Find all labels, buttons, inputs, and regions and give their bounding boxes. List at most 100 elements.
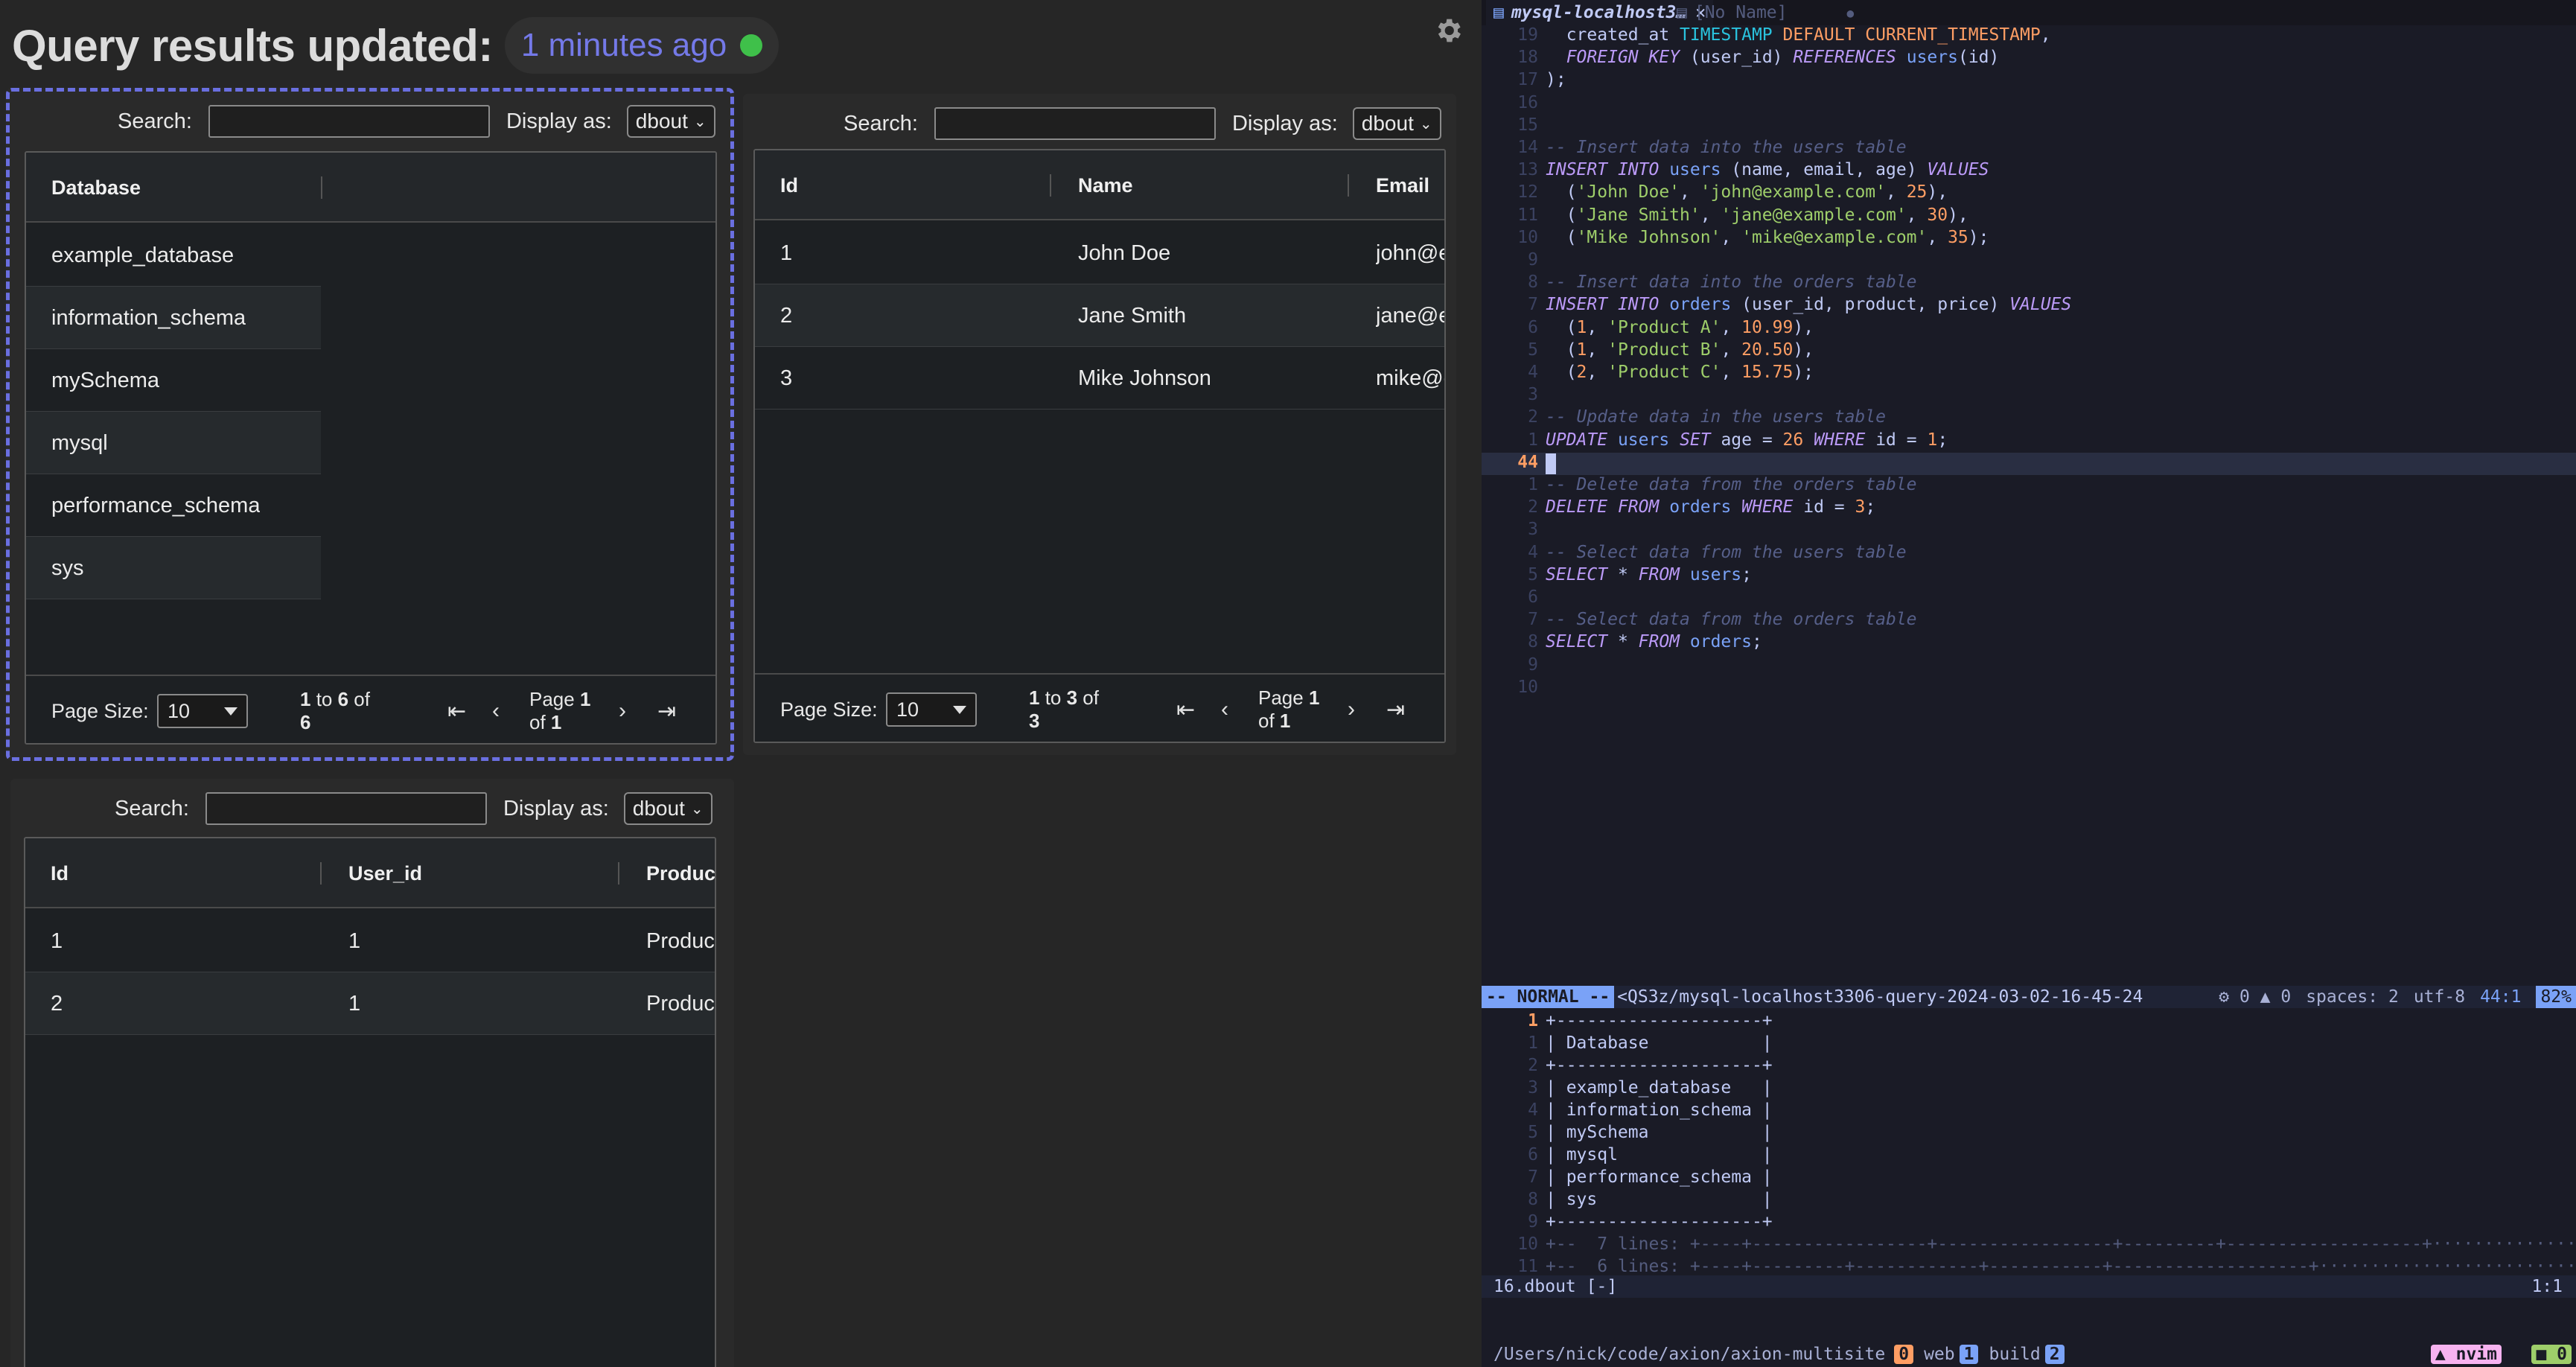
- table-cell: mike@e: [1376, 366, 1444, 390]
- tab-inactive-buffer[interactable]: ▤ [No Name] ●: [1677, 0, 1854, 25]
- tmux-window-web[interactable]: web: [1924, 1345, 1955, 1364]
- line-number: 8: [1528, 273, 1538, 293]
- status-right: ⚙ 0 ▲ 0 spaces: 2 utf-8 44:1 82%: [2219, 986, 2576, 1008]
- column-resize-handle[interactable]: [1050, 174, 1051, 197]
- folded-lines: +-- 6 lines: +----+---------+-----------…: [1546, 1257, 2576, 1276]
- table-cell: 2: [51, 991, 63, 1016]
- table-row[interactable]: 2 Jane Smith jane@e: [755, 284, 1446, 347]
- modified-dot-icon[interactable]: ●: [1846, 6, 1854, 20]
- display-as-select[interactable]: dbout ⌄: [626, 105, 715, 138]
- line-number: 13: [1517, 160, 1538, 180]
- table-row[interactable]: mySchema: [26, 349, 321, 412]
- line-number: 4: [1528, 542, 1538, 562]
- code-buffer[interactable]: 19 created_at TIMESTAMP DEFAULT CURRENT_…: [1482, 25, 2576, 986]
- line-number: 17: [1517, 70, 1538, 90]
- tmux-window-0[interactable]: 0: [1894, 1345, 1914, 1364]
- range-to: 3: [1066, 686, 1078, 709]
- last-page-icon[interactable]: ⇥: [657, 676, 676, 743]
- page-size-control: 10: [886, 675, 977, 742]
- gear-icon[interactable]: [1432, 15, 1464, 46]
- table-row[interactable]: 3 Mike Johnson mike@e: [755, 347, 1444, 410]
- statusline: -- NORMAL -- <QS3z/mysql-localhost3306-q…: [1482, 986, 2576, 1008]
- line-number: 7: [1528, 1167, 1538, 1187]
- previous-page-icon[interactable]: ‹: [1221, 675, 1228, 742]
- column-header-id[interactable]: Id: [780, 150, 798, 220]
- page-count: 1: [550, 711, 562, 733]
- column-header-email[interactable]: Email: [1376, 150, 1429, 220]
- search-input[interactable]: [208, 105, 490, 138]
- column-resize-handle[interactable]: [1348, 174, 1349, 197]
- column-header-user-id[interactable]: User_id: [348, 838, 422, 908]
- current-line-highlight: [1482, 452, 2576, 475]
- code-line: (2, 'Product C', 15.75);: [1546, 363, 1814, 382]
- databases-grid: Database example_database information_sch…: [25, 151, 717, 745]
- table-row[interactable]: sys: [26, 537, 321, 599]
- caret-down-icon: [224, 707, 237, 716]
- cursor-position: 44:1: [2480, 987, 2522, 1007]
- range-to: 6: [337, 688, 349, 710]
- range-total: 6: [300, 711, 311, 733]
- table-cell: 1: [780, 240, 793, 265]
- code-line: -- Insert data into the orders table: [1546, 273, 1917, 293]
- table-row[interactable]: 1 1 Produc: [25, 910, 715, 972]
- column-header-name[interactable]: Name: [1078, 150, 1133, 220]
- output-line: +--------------------+: [1546, 1011, 1773, 1030]
- dbout-split[interactable]: 1 +--------------------+ 1 | Database | 2 +--…: [1482, 1008, 2576, 1280]
- line-number: 6: [1528, 587, 1538, 607]
- column-resize-handle[interactable]: [618, 862, 619, 885]
- table-cell: jane@e: [1376, 303, 1446, 328]
- code-line: -- Select data from the users table: [1546, 542, 1907, 562]
- column-resize-handle[interactable]: [320, 862, 322, 885]
- column-resize-handle[interactable]: [321, 176, 322, 199]
- line-number: 11: [1517, 1257, 1538, 1276]
- column-header-database[interactable]: Database: [51, 153, 141, 223]
- last-updated-time: 1 minutes ago: [520, 27, 727, 63]
- tmux-window-2[interactable]: 2: [2044, 1345, 2065, 1364]
- table-row[interactable]: example_database: [26, 224, 321, 287]
- search-input[interactable]: [934, 107, 1216, 140]
- line-number: 7: [1528, 295, 1538, 315]
- display-as-select[interactable]: dbout ⌄: [1352, 107, 1441, 140]
- orders-result-panel[interactable]: Search: Display as: dbout ⌄ Id User_id Pr…: [10, 779, 734, 1367]
- output-line: | mySchema |: [1546, 1123, 1773, 1142]
- last-page-icon[interactable]: ⇥: [1386, 675, 1405, 742]
- table-row[interactable]: 1 John Doe john@e: [755, 222, 1444, 284]
- table-row[interactable]: information_schema: [26, 287, 321, 349]
- code-line: created_at TIMESTAMP DEFAULT CURRENT_TIM…: [1546, 25, 2051, 45]
- column-header-id[interactable]: Id: [51, 838, 68, 908]
- line-number: 16: [1517, 92, 1538, 112]
- next-page-icon[interactable]: ›: [619, 676, 626, 743]
- page-size-select[interactable]: 10: [157, 694, 248, 728]
- line-number: 1: [1528, 475, 1538, 494]
- page-size-value: 10: [896, 698, 919, 721]
- next-page-icon[interactable]: ›: [1348, 675, 1355, 742]
- search-input[interactable]: [205, 792, 487, 825]
- column-header-product[interactable]: Produc: [646, 838, 715, 908]
- table-row[interactable]: 2 1 Produc: [25, 972, 715, 1035]
- output-line: | mysql |: [1546, 1145, 1773, 1164]
- users-result-panel[interactable]: Search: Display as: dbout ⌄ Id Name Email…: [743, 94, 1456, 755]
- previous-page-icon[interactable]: ‹: [492, 676, 500, 743]
- scroll-percent: 82%: [2536, 986, 2576, 1008]
- table-cell: mySchema: [51, 368, 160, 392]
- table-cell: performance_schema: [51, 493, 261, 517]
- first-page-icon[interactable]: ⇤: [447, 676, 466, 743]
- line-number: 19: [1517, 25, 1538, 45]
- line-number: 2: [1528, 1056, 1538, 1075]
- first-page-icon[interactable]: ⇤: [1176, 675, 1195, 742]
- table-row[interactable]: mysql: [26, 412, 321, 474]
- table-cell: Produc: [646, 928, 715, 953]
- search-label: Search:: [118, 109, 192, 133]
- status-dot-icon: [740, 34, 763, 57]
- page-size-label: Page Size:: [780, 698, 878, 721]
- table-cell: 1: [348, 928, 361, 953]
- grid-header: Id User_id Produc: [25, 838, 715, 908]
- nvim-app-badge: ▲ nvim: [2430, 1345, 2502, 1364]
- tmux-window-build[interactable]: build: [1989, 1345, 2040, 1364]
- tmux-window-1[interactable]: 1: [1959, 1345, 1979, 1364]
- line-number: 6: [1528, 317, 1538, 337]
- databases-result-panel[interactable]: Search: Display as: dbout ⌄ Database exam…: [6, 88, 734, 761]
- table-row[interactable]: performance_schema: [26, 474, 321, 537]
- display-as-select[interactable]: dbout ⌄: [623, 792, 712, 825]
- page-size-select[interactable]: 10: [886, 692, 977, 727]
